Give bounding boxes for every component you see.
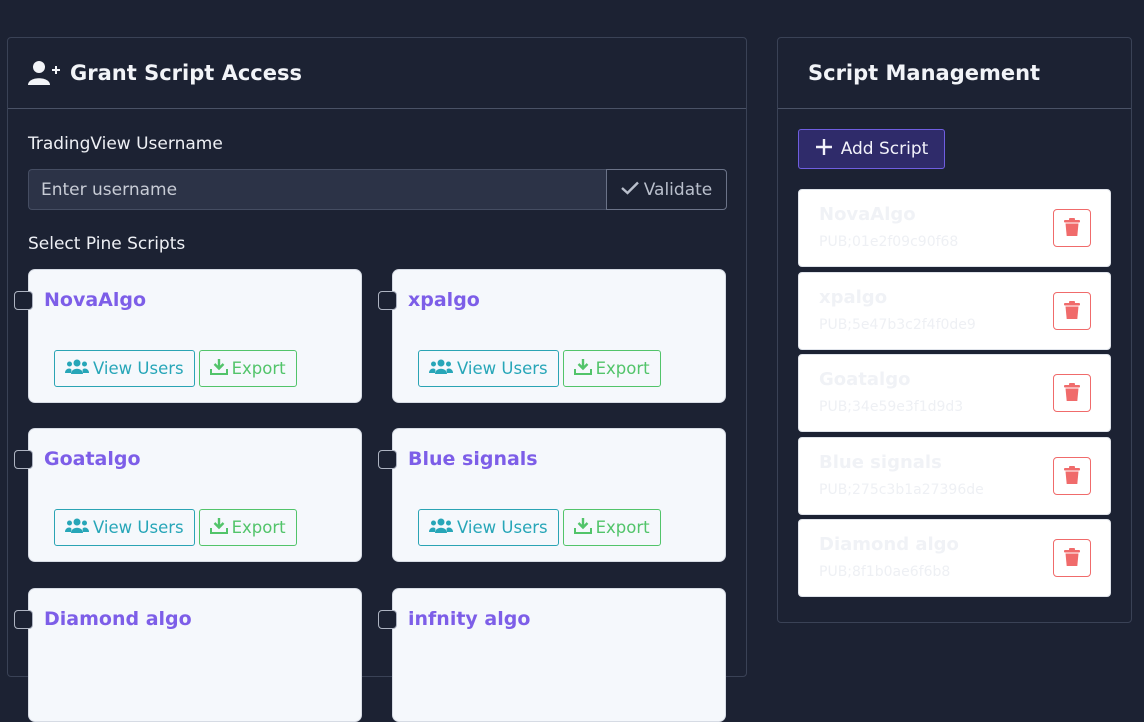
script-checkbox[interactable] [378,291,397,310]
export-button[interactable]: Export [562,509,661,546]
username-label: TradingView Username [28,134,223,154]
view-users-label: View Users [93,518,184,537]
trash-icon [1064,465,1080,487]
script-card-diamond-algo: Diamond algo [14,588,362,722]
delete-script-button[interactable] [1053,292,1091,330]
delete-script-button[interactable] [1053,374,1091,412]
delete-script-button[interactable] [1053,539,1091,577]
managed-script-id: PUB;34e59e3f1d9d3 [819,399,964,415]
script-name: NovaAlgo [44,289,147,311]
script-actions: View Users Export [54,509,297,546]
download-icon [209,517,228,538]
trash-icon [1064,217,1080,239]
view-users-button[interactable]: View Users [54,350,195,387]
export-label: Export [595,518,650,537]
plus-icon [815,138,833,161]
script-card-goatalgo: Goatalgo View Users Export [14,428,362,562]
export-button[interactable]: Export [198,350,297,387]
export-label: Export [231,518,286,537]
trash-icon [1064,300,1080,322]
view-users-label: View Users [457,359,548,378]
export-button[interactable]: Export [198,509,297,546]
managed-script-name: xpalgo [819,287,888,308]
username-row: Validate [28,169,727,210]
add-script-label: Add Script [840,139,929,159]
script-checkbox[interactable] [14,291,33,310]
script-card-blue-signals: Blue signals View Users Export [378,428,726,562]
validate-label: Validate [643,179,713,200]
managed-script-name: Goatalgo [819,369,911,390]
managed-script-item: Blue signals PUB;275c3b1a27396de [798,437,1111,515]
managed-script-id: PUB;5e47b3c2f4f0de9 [819,317,976,333]
select-scripts-label: Select Pine Scripts [28,234,186,254]
validate-button[interactable]: Validate [606,169,727,210]
script-checkbox[interactable] [378,610,397,629]
view-users-label: View Users [93,359,184,378]
grant-access-panel: Grant Script Access TradingView Username… [7,37,747,722]
check-icon [620,180,639,200]
users-icon [429,518,453,538]
view-users-button[interactable]: View Users [54,509,195,546]
trash-icon [1064,547,1080,569]
trash-icon [1064,382,1080,404]
managed-script-item: NovaAlgo PUB;01e2f09c90f68 [798,189,1111,267]
view-users-label: View Users [457,518,548,537]
script-name: Goatalgo [44,448,141,470]
export-button[interactable]: Export [562,350,661,387]
script-checkbox[interactable] [378,450,397,469]
download-icon [209,358,228,379]
user-plus-icon [28,59,62,87]
script-checkbox[interactable] [14,610,33,629]
managed-script-id: PUB;8f1b0ae6f6b8 [819,564,951,580]
script-card-novaalgo: NovaAlgo View Users Export [14,269,362,403]
script-card-xpalgo: xpalgo View Users Export [378,269,726,403]
grant-panel-header: Grant Script Access [8,38,746,109]
managed-script-id: PUB;01e2f09c90f68 [819,234,959,250]
managed-script-name: Blue signals [819,452,942,473]
grant-panel-title: Grant Script Access [70,61,302,85]
export-label: Export [231,359,286,378]
managed-script-item: xpalgo PUB;5e47b3c2f4f0de9 [798,272,1111,350]
download-icon [573,517,592,538]
script-checkbox[interactable] [14,450,33,469]
script-name: Diamond algo [44,608,192,630]
delete-script-button[interactable] [1053,209,1091,247]
managed-script-item: Diamond algo PUB;8f1b0ae6f6b8 [798,519,1111,597]
users-icon [65,518,89,538]
script-name: Blue signals [408,448,538,470]
mgmt-panel-header: Script Management [778,38,1131,109]
users-icon [65,359,89,379]
delete-script-button[interactable] [1053,457,1091,495]
script-name: infnity algo [408,608,531,630]
username-input[interactable] [28,169,606,210]
export-label: Export [595,359,650,378]
script-card-infnity-algo: infnity algo [378,588,726,722]
mgmt-panel-title: Script Management [808,61,1041,85]
users-icon [429,359,453,379]
script-actions: View Users Export [54,350,297,387]
view-users-button[interactable]: View Users [418,509,559,546]
managed-script-name: Diamond algo [819,534,959,555]
script-actions: View Users Export [418,509,661,546]
script-actions: View Users Export [418,350,661,387]
add-script-button[interactable]: Add Script [798,129,945,169]
managed-script-item: Goatalgo PUB;34e59e3f1d9d3 [798,354,1111,432]
download-icon [573,358,592,379]
managed-script-id: PUB;275c3b1a27396de [819,482,984,498]
script-management-panel: Script Management Add Script NovaAlgo PU… [777,37,1132,623]
managed-script-name: NovaAlgo [819,204,916,225]
view-users-button[interactable]: View Users [418,350,559,387]
script-name: xpalgo [408,289,480,311]
